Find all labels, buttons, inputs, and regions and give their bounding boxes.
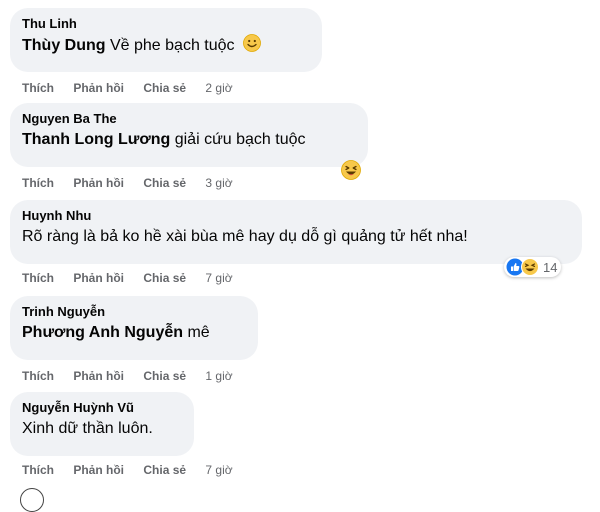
- share-button[interactable]: Chia sẻ: [143, 176, 186, 190]
- share-button[interactable]: Chia sẻ: [143, 463, 186, 477]
- share-button[interactable]: Chia sẻ: [143, 369, 186, 383]
- reply-button[interactable]: Phản hồi: [73, 369, 124, 383]
- like-button[interactable]: Thích: [22, 369, 54, 383]
- avatar[interactable]: [20, 488, 44, 512]
- comment-author[interactable]: Nguyễn Huỳnh Vũ: [22, 400, 182, 416]
- comment-actions: Thích Phản hồi Chia sẻ 7 giờ: [22, 270, 233, 286]
- comment-bubble: Nguyen Ba The Thanh Long Lương giải cứu …: [10, 103, 368, 167]
- like-button[interactable]: Thích: [22, 463, 54, 477]
- haha-reaction-icon: [521, 258, 539, 276]
- mention-tag[interactable]: Phương Anh Nguyễn: [22, 324, 183, 341]
- comment-bubble: Thu Linh Thùy Dung Về phe bạch tuộc: [10, 8, 322, 72]
- laughing-emoji-icon: [341, 160, 361, 180]
- comment-actions: Thích Phản hồi Chia sẻ 3 giờ: [22, 175, 233, 191]
- mention-tag[interactable]: Thanh Long Lương: [22, 131, 170, 148]
- comment-body: mê: [183, 324, 210, 341]
- comment-timestamp[interactable]: 7 giờ: [205, 271, 232, 285]
- share-button[interactable]: Chia sẻ: [143, 271, 186, 285]
- reply-button[interactable]: Phản hồi: [73, 463, 124, 477]
- reply-button[interactable]: Phản hồi: [73, 176, 124, 190]
- comment-actions: Thích Phản hồi Chia sẻ 1 giờ: [22, 368, 233, 384]
- smile-emoji-icon: [243, 34, 261, 52]
- comment-text: Xinh dữ thần luôn.: [22, 420, 153, 437]
- reaction-count: 14: [543, 259, 558, 275]
- comment-body: Về phe bạch tuộc: [105, 37, 235, 54]
- comment-bubble: Huynh Nhu Rõ ràng là bả ko hề xài bùa mê…: [10, 200, 582, 264]
- comment-text: Thùy Dung Về phe bạch tuộc: [22, 34, 310, 56]
- like-button[interactable]: Thích: [22, 271, 54, 285]
- mention-tag[interactable]: Thùy Dung: [22, 37, 106, 54]
- comment-author[interactable]: Nguyen Ba The: [22, 111, 356, 127]
- comment-timestamp[interactable]: 2 giờ: [205, 81, 232, 95]
- comment-text: Phương Anh Nguyễn mê: [22, 322, 246, 343]
- reply-button[interactable]: Phản hồi: [73, 271, 124, 285]
- comment-author[interactable]: Trinh Nguyễn: [22, 304, 246, 320]
- reaction-summary[interactable]: 14: [504, 257, 562, 277]
- comment-text: Thanh Long Lương giải cứu bạch tuộc: [22, 129, 356, 150]
- reply-button[interactable]: Phản hồi: [73, 81, 124, 95]
- comment-timestamp[interactable]: 3 giờ: [205, 176, 232, 190]
- comment-timestamp[interactable]: 7 giờ: [205, 463, 232, 477]
- comment-body: giải cứu bạch tuộc: [170, 131, 306, 148]
- like-button[interactable]: Thích: [22, 81, 54, 95]
- comment-bubble: Nguyễn Huỳnh Vũ Xinh dữ thần luôn.: [10, 392, 194, 456]
- comment-bubble: Trinh Nguyễn Phương Anh Nguyễn mê: [10, 296, 258, 360]
- comment-author[interactable]: Huynh Nhu: [22, 208, 570, 224]
- like-button[interactable]: Thích: [22, 176, 54, 190]
- comment-actions: Thích Phản hồi Chia sẻ 7 giờ: [22, 462, 233, 478]
- comment-actions: Thích Phản hồi Chia sẻ 2 giờ: [22, 80, 233, 96]
- comment-text: Rõ ràng là bả ko hề xài bùa mê hay dụ dỗ…: [22, 228, 468, 245]
- comment-timestamp[interactable]: 1 giờ: [205, 369, 232, 383]
- share-button[interactable]: Chia sẻ: [143, 81, 186, 95]
- comment-author[interactable]: Thu Linh: [22, 16, 310, 32]
